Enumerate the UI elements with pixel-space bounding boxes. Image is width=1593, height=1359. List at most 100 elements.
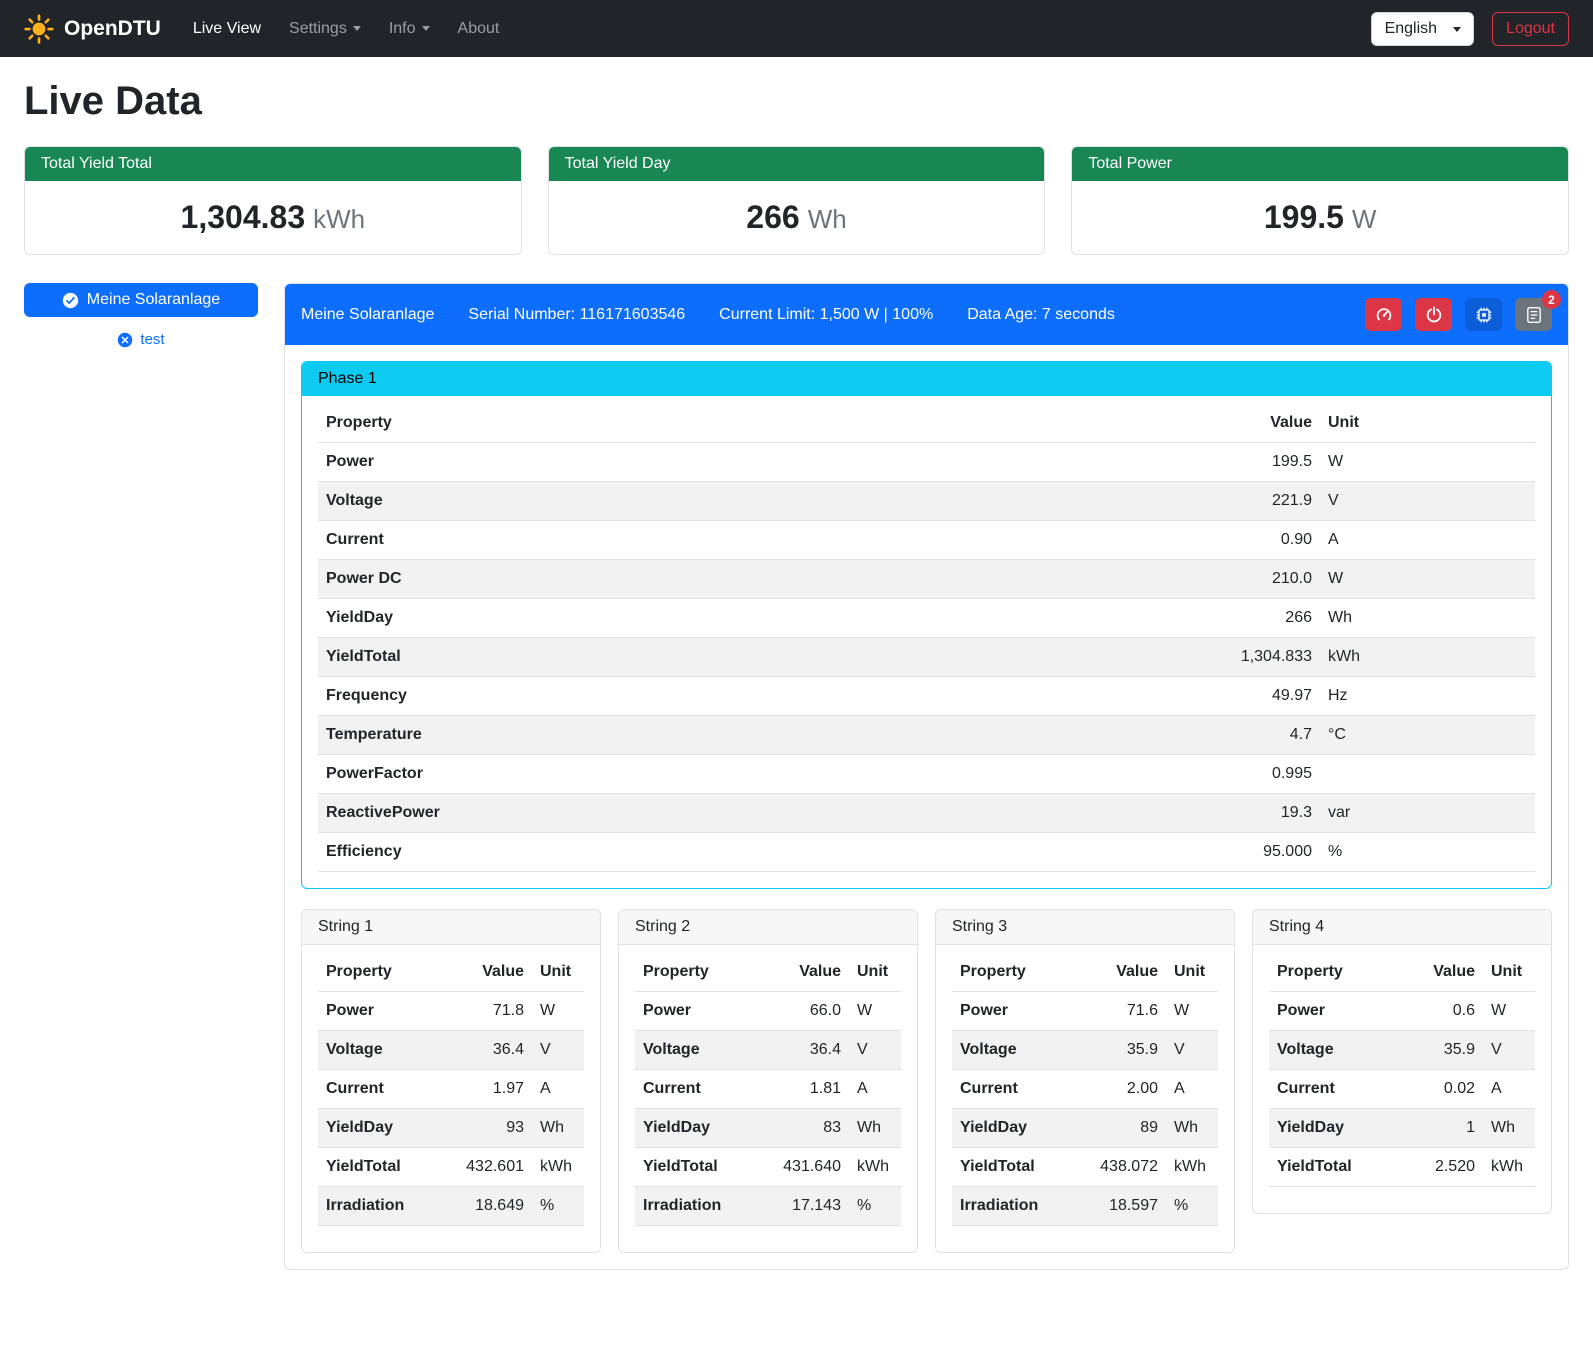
language-select[interactable]: English (1371, 12, 1474, 46)
column-header-unit: Unit (1483, 953, 1535, 992)
nav-item-label: Info (389, 20, 416, 37)
unit-cell: A (1320, 521, 1535, 560)
property-cell: YieldTotal (318, 1148, 438, 1187)
nav-item-settings[interactable]: Settings (275, 12, 375, 46)
table-row: YieldDay 1 Wh (1269, 1109, 1535, 1148)
string-card-body: Property Value Unit Power (619, 945, 917, 1252)
limit-settings-button[interactable] (1365, 298, 1402, 331)
value-cell: 93 (438, 1109, 532, 1148)
column-header-value: Value (917, 404, 1320, 443)
card-body: 1,304.83kWh (25, 181, 521, 254)
speedometer-icon (1375, 306, 1393, 324)
value-cell: 210.0 (917, 560, 1320, 599)
string-table: Property Value Unit Power (952, 953, 1218, 1226)
unit-cell: % (1320, 833, 1535, 872)
column-header-value: Value (438, 953, 532, 992)
unit-cell: % (1166, 1187, 1218, 1226)
property-cell: YieldTotal (635, 1148, 755, 1187)
value-cell: 266 (917, 599, 1320, 638)
unit-cell: kWh (1166, 1148, 1218, 1187)
property-cell: Power (952, 992, 1072, 1031)
value-cell: 438.072 (1072, 1148, 1166, 1187)
total-yield-total-card: Total Yield Total 1,304.83kWh (24, 146, 522, 255)
column-header-property: Property (952, 953, 1072, 992)
table-row: Current 0.90 A (318, 521, 1535, 560)
brand[interactable]: OpenDTU (24, 14, 161, 44)
card-header: Total Yield Total (25, 147, 521, 181)
property-cell: Frequency (318, 677, 917, 716)
sidebar-item-label: test (140, 331, 164, 348)
event-log-button[interactable]: 2 (1515, 298, 1552, 331)
table-row: ReactivePower 19.3 var (318, 794, 1535, 833)
unit-cell: W (1166, 992, 1218, 1031)
value-cell: 431.640 (755, 1148, 849, 1187)
string-card-header: String 2 (619, 910, 917, 945)
chevron-down-icon (353, 26, 361, 31)
property-cell: Irradiation (635, 1187, 755, 1226)
value-cell: 95.000 (917, 833, 1320, 872)
string-card-2: String 2 Property Value Unit (618, 909, 918, 1253)
string-card-header: String 3 (936, 910, 1234, 945)
column-header-unit: Unit (1320, 404, 1535, 443)
inverter-serial: Serial Number: 116171603546 (468, 306, 685, 324)
property-cell: YieldTotal (1269, 1148, 1400, 1187)
power-settings-button[interactable] (1415, 298, 1452, 331)
inverter-select-button[interactable]: Meine Solaranlage (24, 283, 258, 317)
device-info-button[interactable] (1465, 298, 1502, 331)
unit-cell: A (849, 1070, 901, 1109)
unit-cell: W (1320, 443, 1535, 482)
table-row: YieldTotal 431.640 kWh (635, 1148, 901, 1187)
column-header-unit: Unit (1166, 953, 1218, 992)
property-cell: Efficiency (318, 833, 917, 872)
string-card-1: String 1 Property Value Unit (301, 909, 601, 1253)
unit-cell: V (849, 1031, 901, 1070)
value-cell: 71.6 (1072, 992, 1166, 1031)
nav-right: English Logout (1371, 12, 1569, 46)
nav-item-about[interactable]: About (444, 12, 514, 46)
table-row: Voltage 221.9 V (318, 482, 1535, 521)
inverter-sidebar: Meine Solaranlage test (24, 283, 258, 348)
table-row: Current 1.81 A (635, 1070, 901, 1109)
table-row: Voltage 35.9 V (1269, 1031, 1535, 1070)
card-body: 266Wh (549, 181, 1045, 254)
sidebar-item-test[interactable]: test (24, 331, 258, 348)
nav-item-info[interactable]: Info (375, 12, 444, 46)
logout-button[interactable]: Logout (1492, 12, 1569, 46)
column-header-property: Property (635, 953, 755, 992)
table-row: Irradiation 17.143 % (635, 1187, 901, 1226)
property-cell: Temperature (318, 716, 917, 755)
value-cell: 17.143 (755, 1187, 849, 1226)
inverter-card-body: Phase 1 Property Value Unit (285, 345, 1568, 1269)
cpu-icon (1475, 306, 1493, 324)
nav-item-live-view[interactable]: Live View (179, 12, 275, 46)
string-card-header: String 4 (1253, 910, 1551, 945)
value-cell: 432.601 (438, 1148, 532, 1187)
column-header-property: Property (1269, 953, 1400, 992)
property-cell: YieldDay (1269, 1109, 1400, 1148)
value-cell: 36.4 (438, 1031, 532, 1070)
value-cell: 0.02 (1400, 1070, 1483, 1109)
total-yield-day-card: Total Yield Day 266Wh (548, 146, 1046, 255)
column-header-property: Property (318, 404, 917, 443)
string-card-header: String 1 (302, 910, 600, 945)
string-table: Property Value Unit Power (635, 953, 901, 1226)
table-row: Power 0.6 W (1269, 992, 1535, 1031)
live-data-page: Live Data Total Yield Total 1,304.83kWh … (0, 57, 1593, 1298)
card-value: 1,304.83 (181, 199, 306, 235)
string-table: Property Value Unit Power (318, 953, 584, 1226)
table-row: Temperature 4.7 °C (318, 716, 1535, 755)
value-cell: 18.597 (1072, 1187, 1166, 1226)
column-header-value: Value (1400, 953, 1483, 992)
property-cell: Power (1269, 992, 1400, 1031)
event-count-badge: 2 (1542, 290, 1561, 309)
unit-cell (1320, 755, 1535, 794)
strings-grid: String 1 Property Value Unit (301, 909, 1552, 1253)
card-unit: kWh (313, 204, 365, 234)
unit-cell: V (532, 1031, 584, 1070)
property-cell: Voltage (318, 1031, 438, 1070)
value-cell: 66.0 (755, 992, 849, 1031)
table-row: Current 1.97 A (318, 1070, 584, 1109)
table-header-row: Property Value Unit (635, 953, 901, 992)
property-cell: Irradiation (952, 1187, 1072, 1226)
table-row: Current 0.02 A (1269, 1070, 1535, 1109)
